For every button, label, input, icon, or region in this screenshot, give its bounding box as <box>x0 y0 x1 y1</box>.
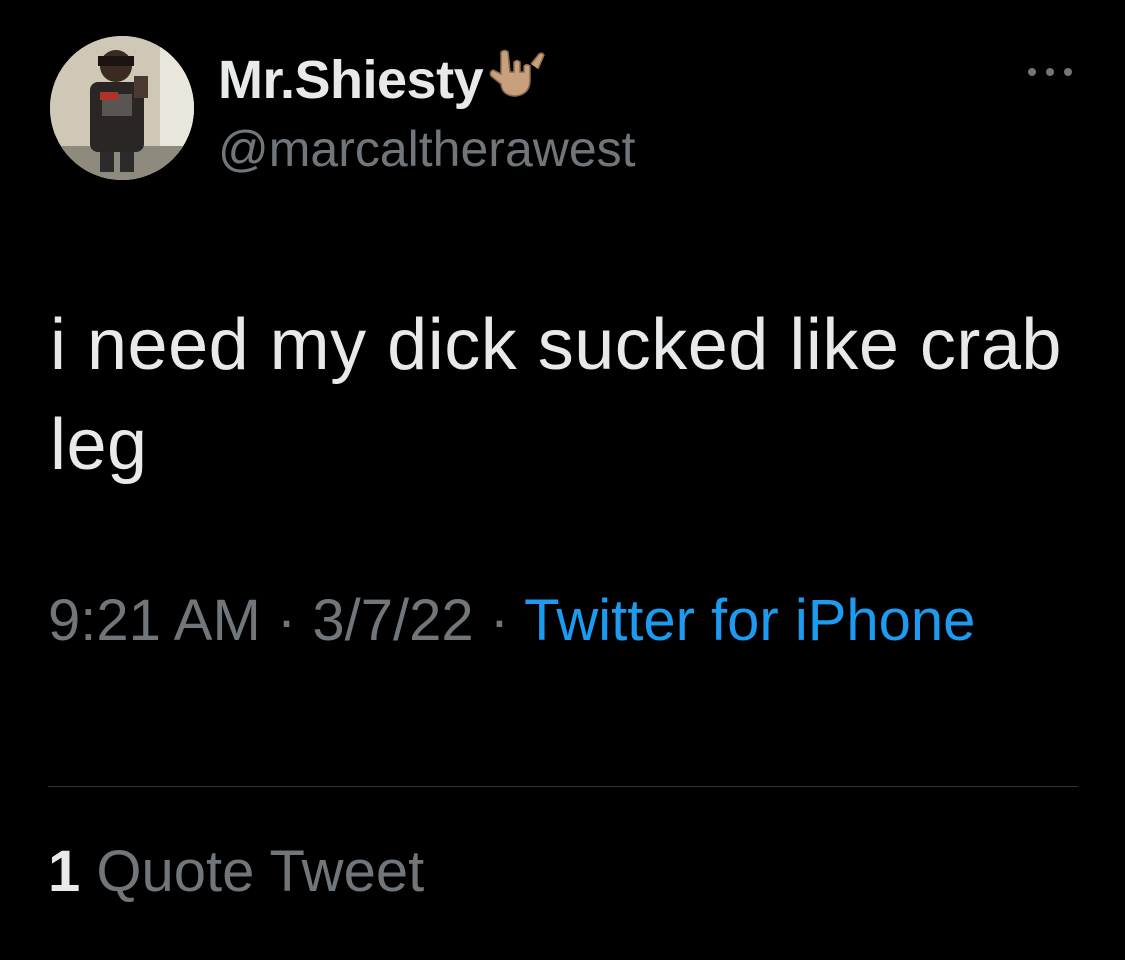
quote-tweets-stat[interactable]: 1 Quote Tweet <box>48 838 424 905</box>
avatar[interactable] <box>50 36 194 180</box>
handle[interactable]: @marcaltherawest <box>218 120 636 178</box>
rock-on-hand-emoji-icon <box>487 44 545 115</box>
divider <box>48 786 1078 787</box>
display-name-text: Mr.Shiesty <box>218 50 484 110</box>
tweet-time[interactable]: 9:21 AM <box>48 588 261 653</box>
more-horizontal-icon <box>1028 68 1072 76</box>
display-name[interactable]: Mr.Shiesty <box>218 44 545 115</box>
more-button[interactable] <box>1020 52 1080 92</box>
profile-photo-icon <box>50 36 194 180</box>
meta-separator: · <box>473 588 525 653</box>
tweet-text: i need my dick sucked like crab leg <box>50 305 1062 485</box>
quote-count: 1 <box>48 839 81 904</box>
tweet-date[interactable]: 3/7/22 <box>312 588 473 653</box>
tweet-metadata: 9:21 AM · 3/7/22 · Twitter for iPhone <box>48 580 1078 662</box>
tweet-source-link[interactable]: Twitter for iPhone <box>524 588 975 653</box>
tweet: Mr.Shiesty @marcaltherawest i need my di… <box>0 0 1125 960</box>
quote-label: Quote Tweet <box>96 839 425 904</box>
meta-separator: · <box>260 588 313 653</box>
